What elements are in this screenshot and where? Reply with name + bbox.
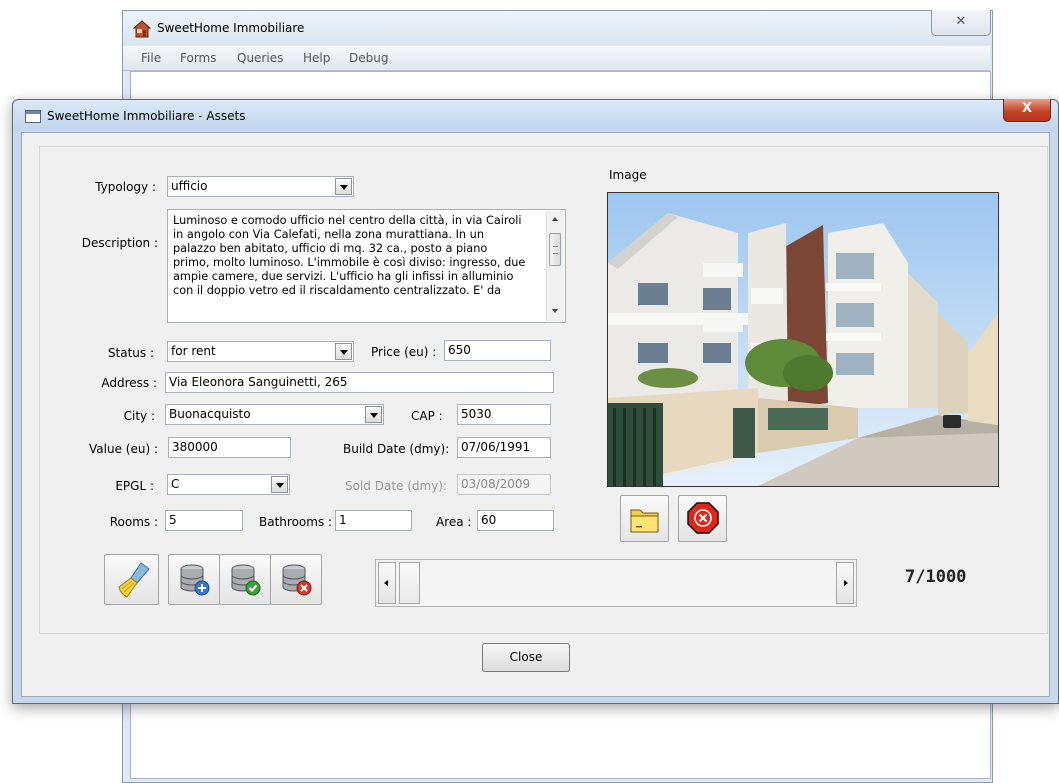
close-button[interactable]: Close xyxy=(482,643,570,672)
price-field[interactable]: 650 xyxy=(444,340,551,361)
scroll-up-icon[interactable] xyxy=(552,217,558,221)
dialog-titlebar: SweetHome Immobiliare - Assets X xyxy=(13,99,1058,131)
main-window-title: SweetHome Immobiliare xyxy=(157,21,305,35)
city-value: Buonacquisto xyxy=(169,407,251,421)
build-date-field[interactable]: 07/06/1991 xyxy=(457,437,551,458)
area-field[interactable]: 60 xyxy=(477,510,554,531)
city-label: City : xyxy=(123,409,155,423)
status-combo[interactable]: for rent xyxy=(167,341,354,362)
menu-queries[interactable]: Queries xyxy=(237,51,283,65)
building-photo xyxy=(608,193,998,486)
price-label: Price (eu) : xyxy=(371,345,437,359)
cap-field[interactable]: 5030 xyxy=(457,404,551,425)
epgl-value: C xyxy=(171,477,180,491)
record-scroll-thumb[interactable] xyxy=(399,562,420,604)
typology-label: Typology : xyxy=(95,180,156,194)
address-label: Address : xyxy=(101,376,157,390)
dialog-close-x-button[interactable]: X xyxy=(1003,99,1051,122)
remove-image-button[interactable] xyxy=(678,495,727,542)
scroll-right-icon[interactable] xyxy=(836,562,854,604)
window-icon xyxy=(25,110,41,123)
status-value: for rent xyxy=(171,344,216,358)
open-image-button[interactable] xyxy=(620,495,669,542)
description-text[interactable]: Luminoso e comodo ufficio nel centro del… xyxy=(173,214,535,320)
rooms-label: Rooms : xyxy=(109,515,158,529)
cap-label: CAP : xyxy=(411,409,443,423)
dialog-title: SweetHome Immobiliare - Assets xyxy=(47,109,246,123)
clear-form-button[interactable] xyxy=(104,554,159,605)
bathrooms-label: Bathrooms : xyxy=(259,515,333,529)
sold-date-field[interactable]: 03/08/2009 xyxy=(457,474,551,495)
status-label: Status : xyxy=(107,346,154,360)
epgl-combo[interactable]: C xyxy=(167,474,290,495)
main-window-titlebar: SweetHome Immobiliare ✕ xyxy=(123,10,992,45)
chevron-down-icon[interactable] xyxy=(335,178,352,195)
epgl-label: EPGL : xyxy=(115,479,154,493)
add-record-button[interactable] xyxy=(168,554,220,605)
menu-help[interactable]: Help xyxy=(303,51,330,65)
menu-debug[interactable]: Debug xyxy=(349,51,388,65)
record-counter: 7/1000 xyxy=(905,567,967,587)
open-folder-icon xyxy=(630,509,659,533)
typology-value: ufficio xyxy=(171,179,208,193)
db-delete-icon xyxy=(282,564,312,596)
house-icon xyxy=(133,20,151,38)
description-label: Description : xyxy=(81,236,158,250)
sold-date-label: Sold Date (dmy): xyxy=(345,479,448,493)
delete-record-button[interactable] xyxy=(270,554,322,605)
assets-dialog: SweetHome Immobiliare - Assets X Typolog… xyxy=(12,99,1059,704)
chevron-down-icon[interactable] xyxy=(271,476,288,493)
scroll-down-icon[interactable] xyxy=(552,309,558,313)
value-label: Value (eu) : xyxy=(89,442,158,456)
image-label: Image xyxy=(609,168,647,182)
value-field[interactable]: 380000 xyxy=(168,437,291,458)
property-photo xyxy=(607,192,999,487)
menu-file[interactable]: File xyxy=(141,51,161,65)
menu-forms[interactable]: Forms xyxy=(180,51,216,65)
area-label: Area : xyxy=(436,515,472,529)
scroll-thumb[interactable] xyxy=(549,233,561,266)
bathrooms-field[interactable]: 1 xyxy=(335,510,412,531)
clear-broom-icon xyxy=(118,562,150,598)
city-combo[interactable]: Buonacquisto xyxy=(165,404,384,425)
remove-image-icon xyxy=(687,502,719,534)
address-field[interactable]: Via Eleonora Sanguinetti, 265 xyxy=(165,372,554,393)
db-add-icon xyxy=(180,564,210,596)
db-save-icon xyxy=(231,564,261,596)
menu-bar: File Forms Queries Help Debug xyxy=(123,46,990,71)
scroll-left-icon[interactable] xyxy=(378,562,396,604)
record-navigator-scrollbar[interactable] xyxy=(375,559,857,607)
typology-combo[interactable]: ufficio xyxy=(167,176,354,197)
main-window-close-button[interactable]: ✕ xyxy=(931,10,991,36)
description-textarea[interactable]: Luminoso e comodo ufficio nel centro del… xyxy=(167,209,566,323)
chevron-down-icon[interactable] xyxy=(365,406,382,423)
rooms-field[interactable]: 5 xyxy=(165,510,243,531)
save-record-button[interactable] xyxy=(219,554,271,605)
chevron-down-icon[interactable] xyxy=(335,343,352,360)
description-scrollbar[interactable] xyxy=(546,211,564,321)
build-date-label: Build Date (dmy): xyxy=(343,442,450,456)
